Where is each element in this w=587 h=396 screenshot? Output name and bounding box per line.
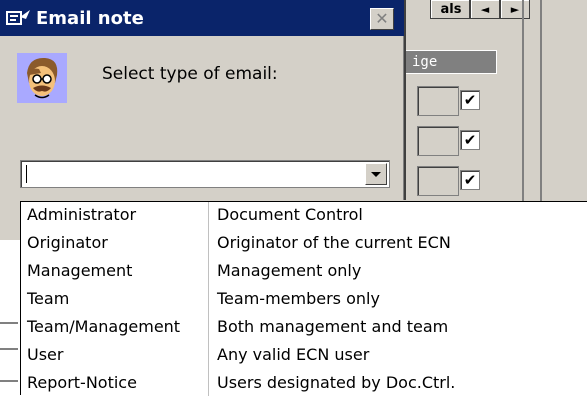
nav-next-button[interactable]: ► bbox=[500, 0, 530, 19]
email-type-name: Team bbox=[27, 289, 70, 308]
email-type-description: Any valid ECN user bbox=[217, 345, 370, 364]
email-type-description: Document Control bbox=[217, 205, 363, 224]
email-type-description: Management only bbox=[217, 261, 362, 280]
email-note-dialog: Email note ✕ Select type of email: bbox=[0, 0, 406, 200]
email-type-name: User bbox=[27, 345, 64, 364]
background-edge-mark bbox=[0, 322, 18, 324]
checkbox[interactable]: ✔ bbox=[460, 170, 480, 190]
list-item[interactable]: Team Team-members only bbox=[21, 286, 587, 312]
list-item[interactable]: Management Management only bbox=[21, 258, 587, 284]
field-cell[interactable] bbox=[417, 86, 459, 116]
list-item[interactable]: Originator Originator of the current ECN bbox=[21, 230, 587, 256]
list-item[interactable]: User Any valid ECN user bbox=[21, 342, 587, 368]
text-caret bbox=[26, 165, 27, 183]
email-type-description: Originator of the current ECN bbox=[217, 233, 451, 252]
background-tab[interactable]: als bbox=[430, 0, 470, 19]
column-header: ige bbox=[397, 50, 497, 74]
close-button[interactable]: ✕ bbox=[370, 8, 394, 30]
title-bar[interactable]: Email note ✕ bbox=[0, 0, 404, 36]
email-type-description: Both management and team bbox=[217, 317, 449, 336]
email-type-name: Administrator bbox=[27, 205, 137, 224]
prompt-label: Select type of email: bbox=[102, 64, 278, 84]
dropdown-button[interactable] bbox=[365, 163, 387, 185]
dialog-title: Email note bbox=[36, 7, 144, 29]
nav-prev-button[interactable]: ◄ bbox=[470, 0, 500, 19]
background-edge-mark bbox=[0, 380, 18, 382]
checkbox[interactable]: ✔ bbox=[460, 130, 480, 150]
email-type-combobox[interactable] bbox=[20, 160, 390, 188]
background-row: ✔ bbox=[397, 124, 497, 158]
list-item[interactable]: Team/Management Both management and team bbox=[21, 314, 587, 340]
email-type-name: Management bbox=[27, 261, 133, 280]
background-tab-strip: als ◄ ► bbox=[430, 0, 530, 20]
field-cell[interactable] bbox=[417, 166, 459, 196]
list-item[interactable]: Report-Notice Users designated by Doc.Ct… bbox=[21, 370, 587, 396]
email-type-input[interactable] bbox=[24, 164, 361, 184]
email-type-description: Users designated by Doc.Ctrl. bbox=[217, 373, 456, 392]
avatar bbox=[17, 53, 67, 103]
email-type-name: Report-Notice bbox=[27, 373, 137, 392]
email-type-dropdown-list: Administrator Document Control Originato… bbox=[20, 201, 587, 396]
background-edge-mark bbox=[0, 348, 18, 350]
checkbox[interactable]: ✔ bbox=[460, 90, 480, 110]
background-row: ✔ bbox=[397, 164, 497, 198]
email-type-name: Originator bbox=[27, 233, 108, 252]
chevron-down-icon bbox=[371, 171, 381, 177]
email-note-icon bbox=[6, 6, 34, 30]
background-row: ✔ bbox=[397, 84, 497, 118]
email-type-description: Team-members only bbox=[217, 289, 380, 308]
list-item[interactable]: Administrator Document Control bbox=[21, 202, 587, 228]
field-cell[interactable] bbox=[417, 126, 459, 156]
email-type-name: Team/Management bbox=[27, 317, 181, 336]
